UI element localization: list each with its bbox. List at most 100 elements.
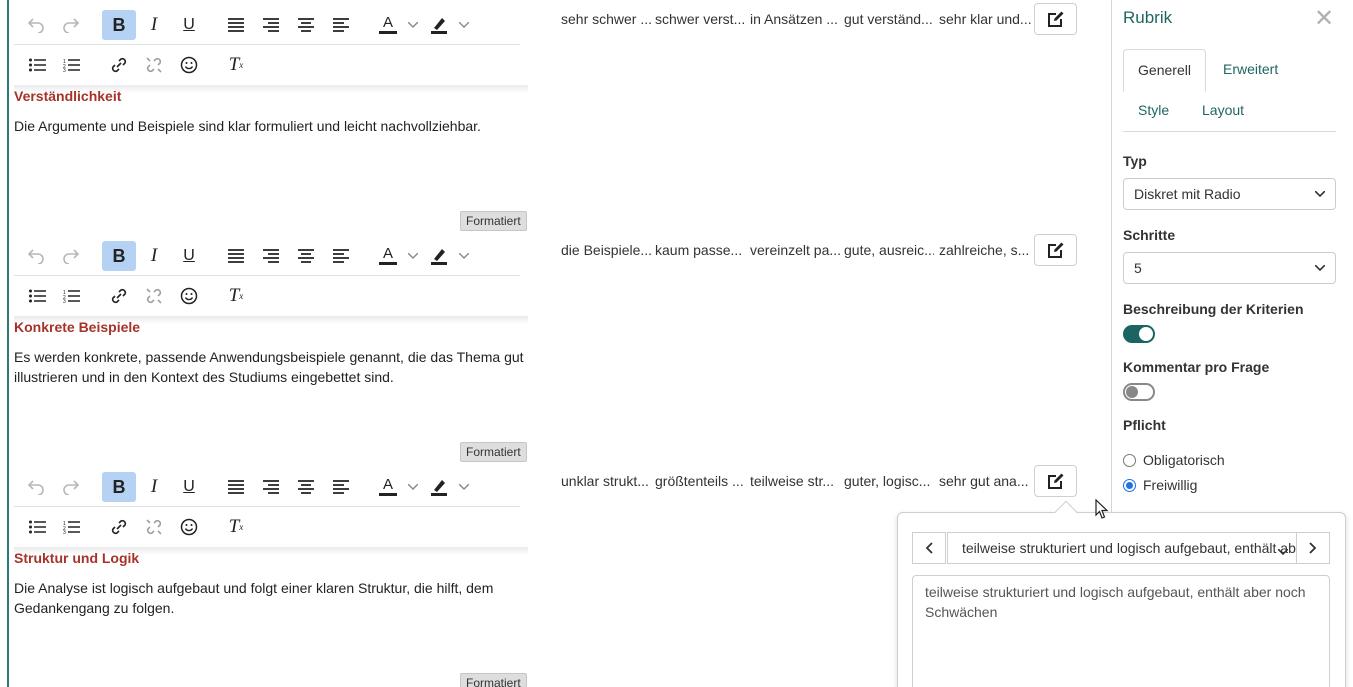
bullet-list-icon[interactable] bbox=[20, 512, 54, 542]
level-cell[interactable]: guter, logisc... bbox=[844, 473, 934, 489]
level-select[interactable]: teilweise strukturiert und logisch aufge… bbox=[947, 532, 1297, 564]
text-color-icon[interactable]: A bbox=[371, 241, 405, 271]
clear-format-icon[interactable]: Tx bbox=[219, 512, 253, 542]
formatted-badge: Formatiert bbox=[460, 211, 527, 231]
bold-icon[interactable]: B bbox=[102, 10, 136, 40]
text-color-icon[interactable]: A bbox=[371, 472, 405, 502]
level-cell[interactable]: zahlreiche, s... bbox=[939, 242, 1031, 258]
chevron-down-icon[interactable] bbox=[404, 10, 422, 40]
highlight-color-icon[interactable] bbox=[422, 241, 456, 271]
undo-icon[interactable] bbox=[19, 10, 53, 40]
clear-format-icon[interactable]: Tx bbox=[219, 281, 253, 311]
align-left-icon[interactable] bbox=[324, 241, 358, 271]
level-cell[interactable]: die Beispiele... bbox=[561, 242, 651, 258]
undo-icon[interactable] bbox=[19, 472, 53, 502]
italic-icon[interactable]: I bbox=[137, 241, 171, 271]
edit-levels-button[interactable] bbox=[1034, 3, 1077, 35]
emoji-icon[interactable] bbox=[172, 281, 206, 311]
level-cell[interactable]: sehr gut ana... bbox=[939, 473, 1031, 489]
level-cell[interactable]: vereinzelt pa... bbox=[750, 242, 840, 258]
radio-obligatorisch[interactable] bbox=[1123, 454, 1136, 467]
align-center-icon[interactable] bbox=[289, 241, 323, 271]
text-color-icon[interactable]: A bbox=[371, 10, 405, 40]
bullet-list-icon[interactable] bbox=[20, 281, 54, 311]
kommentar-toggle[interactable] bbox=[1123, 383, 1155, 401]
emoji-icon[interactable] bbox=[172, 50, 206, 80]
criterion-description[interactable]: Die Argumente und Beispiele sind klar fo… bbox=[14, 116, 528, 136]
level-select-value: teilweise strukturiert und logisch aufge… bbox=[962, 540, 1296, 556]
underline-icon[interactable]: U bbox=[172, 241, 206, 271]
link-icon[interactable] bbox=[102, 50, 136, 80]
edit-levels-button[interactable] bbox=[1034, 234, 1077, 266]
align-center-icon[interactable] bbox=[289, 472, 323, 502]
level-description-textarea[interactable]: teilweise strukturiert und logisch aufge… bbox=[912, 575, 1330, 687]
tabs-divider bbox=[1123, 131, 1336, 132]
level-cell[interactable]: sehr klar und... bbox=[939, 11, 1031, 27]
chevron-down-icon[interactable] bbox=[455, 10, 473, 40]
italic-icon[interactable]: I bbox=[137, 472, 171, 502]
bold-icon[interactable]: B bbox=[102, 241, 136, 271]
unlink-icon[interactable] bbox=[137, 512, 171, 542]
bullet-list-icon[interactable] bbox=[20, 50, 54, 80]
align-right-icon[interactable] bbox=[254, 241, 288, 271]
link-icon[interactable] bbox=[102, 281, 136, 311]
chevron-down-icon[interactable] bbox=[404, 472, 422, 502]
redo-icon[interactable] bbox=[54, 10, 88, 40]
align-right-icon[interactable] bbox=[254, 472, 288, 502]
level-cell[interactable]: schwer verst... bbox=[655, 11, 745, 27]
underline-icon[interactable]: U bbox=[172, 10, 206, 40]
tab-erweitert[interactable]: Erweitert bbox=[1223, 61, 1278, 77]
level-cell[interactable]: gute, ausreic... bbox=[844, 242, 934, 258]
underline-icon[interactable]: U bbox=[172, 472, 206, 502]
redo-icon[interactable] bbox=[54, 241, 88, 271]
highlight-color-icon[interactable] bbox=[422, 472, 456, 502]
unlink-icon[interactable] bbox=[137, 281, 171, 311]
chevron-down-icon[interactable] bbox=[455, 241, 473, 271]
schritte-select[interactable]: 5 bbox=[1123, 252, 1336, 284]
previous-level-button[interactable] bbox=[912, 532, 946, 564]
align-left-icon[interactable] bbox=[324, 10, 358, 40]
chevron-down-icon[interactable] bbox=[455, 472, 473, 502]
level-cell[interactable]: größtenteils ... bbox=[655, 473, 745, 489]
radio-freiwillig-label: Freiwillig bbox=[1143, 477, 1198, 493]
clear-format-icon[interactable]: Tx bbox=[219, 50, 253, 80]
bold-icon[interactable]: B bbox=[102, 472, 136, 502]
italic-icon[interactable]: I bbox=[137, 10, 171, 40]
redo-icon[interactable] bbox=[54, 472, 88, 502]
numbered-list-icon[interactable]: 123 bbox=[54, 50, 88, 80]
align-justify-icon[interactable] bbox=[219, 241, 253, 271]
tab-style[interactable]: Style bbox=[1138, 102, 1169, 118]
beschreibung-toggle[interactable] bbox=[1123, 325, 1155, 343]
highlight-color-icon[interactable] bbox=[422, 10, 456, 40]
level-cell[interactable]: teilweise str... bbox=[750, 473, 840, 489]
chevron-down-icon[interactable] bbox=[404, 241, 422, 271]
schritte-label: Schritte bbox=[1123, 227, 1176, 243]
link-icon[interactable] bbox=[102, 512, 136, 542]
align-right-icon[interactable] bbox=[254, 10, 288, 40]
level-cell[interactable]: unklar strukt... bbox=[561, 473, 651, 489]
level-cell[interactable]: gut verständ... bbox=[844, 11, 934, 27]
align-justify-icon[interactable] bbox=[219, 10, 253, 40]
criterion-description[interactable]: Die Analyse ist logisch aufgebaut und fo… bbox=[14, 578, 528, 618]
emoji-icon[interactable] bbox=[172, 512, 206, 542]
level-cell[interactable]: kaum passe... bbox=[655, 242, 745, 258]
criterion-description[interactable]: Es werden konkrete, passende Anwendungsb… bbox=[14, 347, 528, 387]
tab-generell[interactable]: Generell bbox=[1123, 49, 1206, 92]
typ-select[interactable]: Diskret mit Radio bbox=[1123, 178, 1336, 210]
undo-icon[interactable] bbox=[19, 241, 53, 271]
numbered-list-icon[interactable]: 123 bbox=[54, 281, 88, 311]
align-left-icon[interactable] bbox=[324, 472, 358, 502]
unlink-icon[interactable] bbox=[137, 50, 171, 80]
align-justify-icon[interactable] bbox=[219, 472, 253, 502]
level-cell[interactable]: in Ansätzen ... bbox=[750, 11, 840, 27]
numbered-list-icon[interactable]: 123 bbox=[54, 512, 88, 542]
align-center-icon[interactable] bbox=[289, 10, 323, 40]
edit-levels-button[interactable] bbox=[1034, 465, 1077, 497]
formatted-badge: Formatiert bbox=[460, 673, 527, 687]
close-icon[interactable]: ✕ bbox=[1312, 4, 1336, 33]
radio-freiwillig[interactable] bbox=[1123, 479, 1136, 492]
next-level-button[interactable] bbox=[1296, 532, 1330, 564]
tab-layout[interactable]: Layout bbox=[1202, 102, 1244, 118]
mouse-cursor-icon bbox=[1095, 499, 1109, 519]
level-cell[interactable]: sehr schwer ... bbox=[561, 11, 651, 27]
